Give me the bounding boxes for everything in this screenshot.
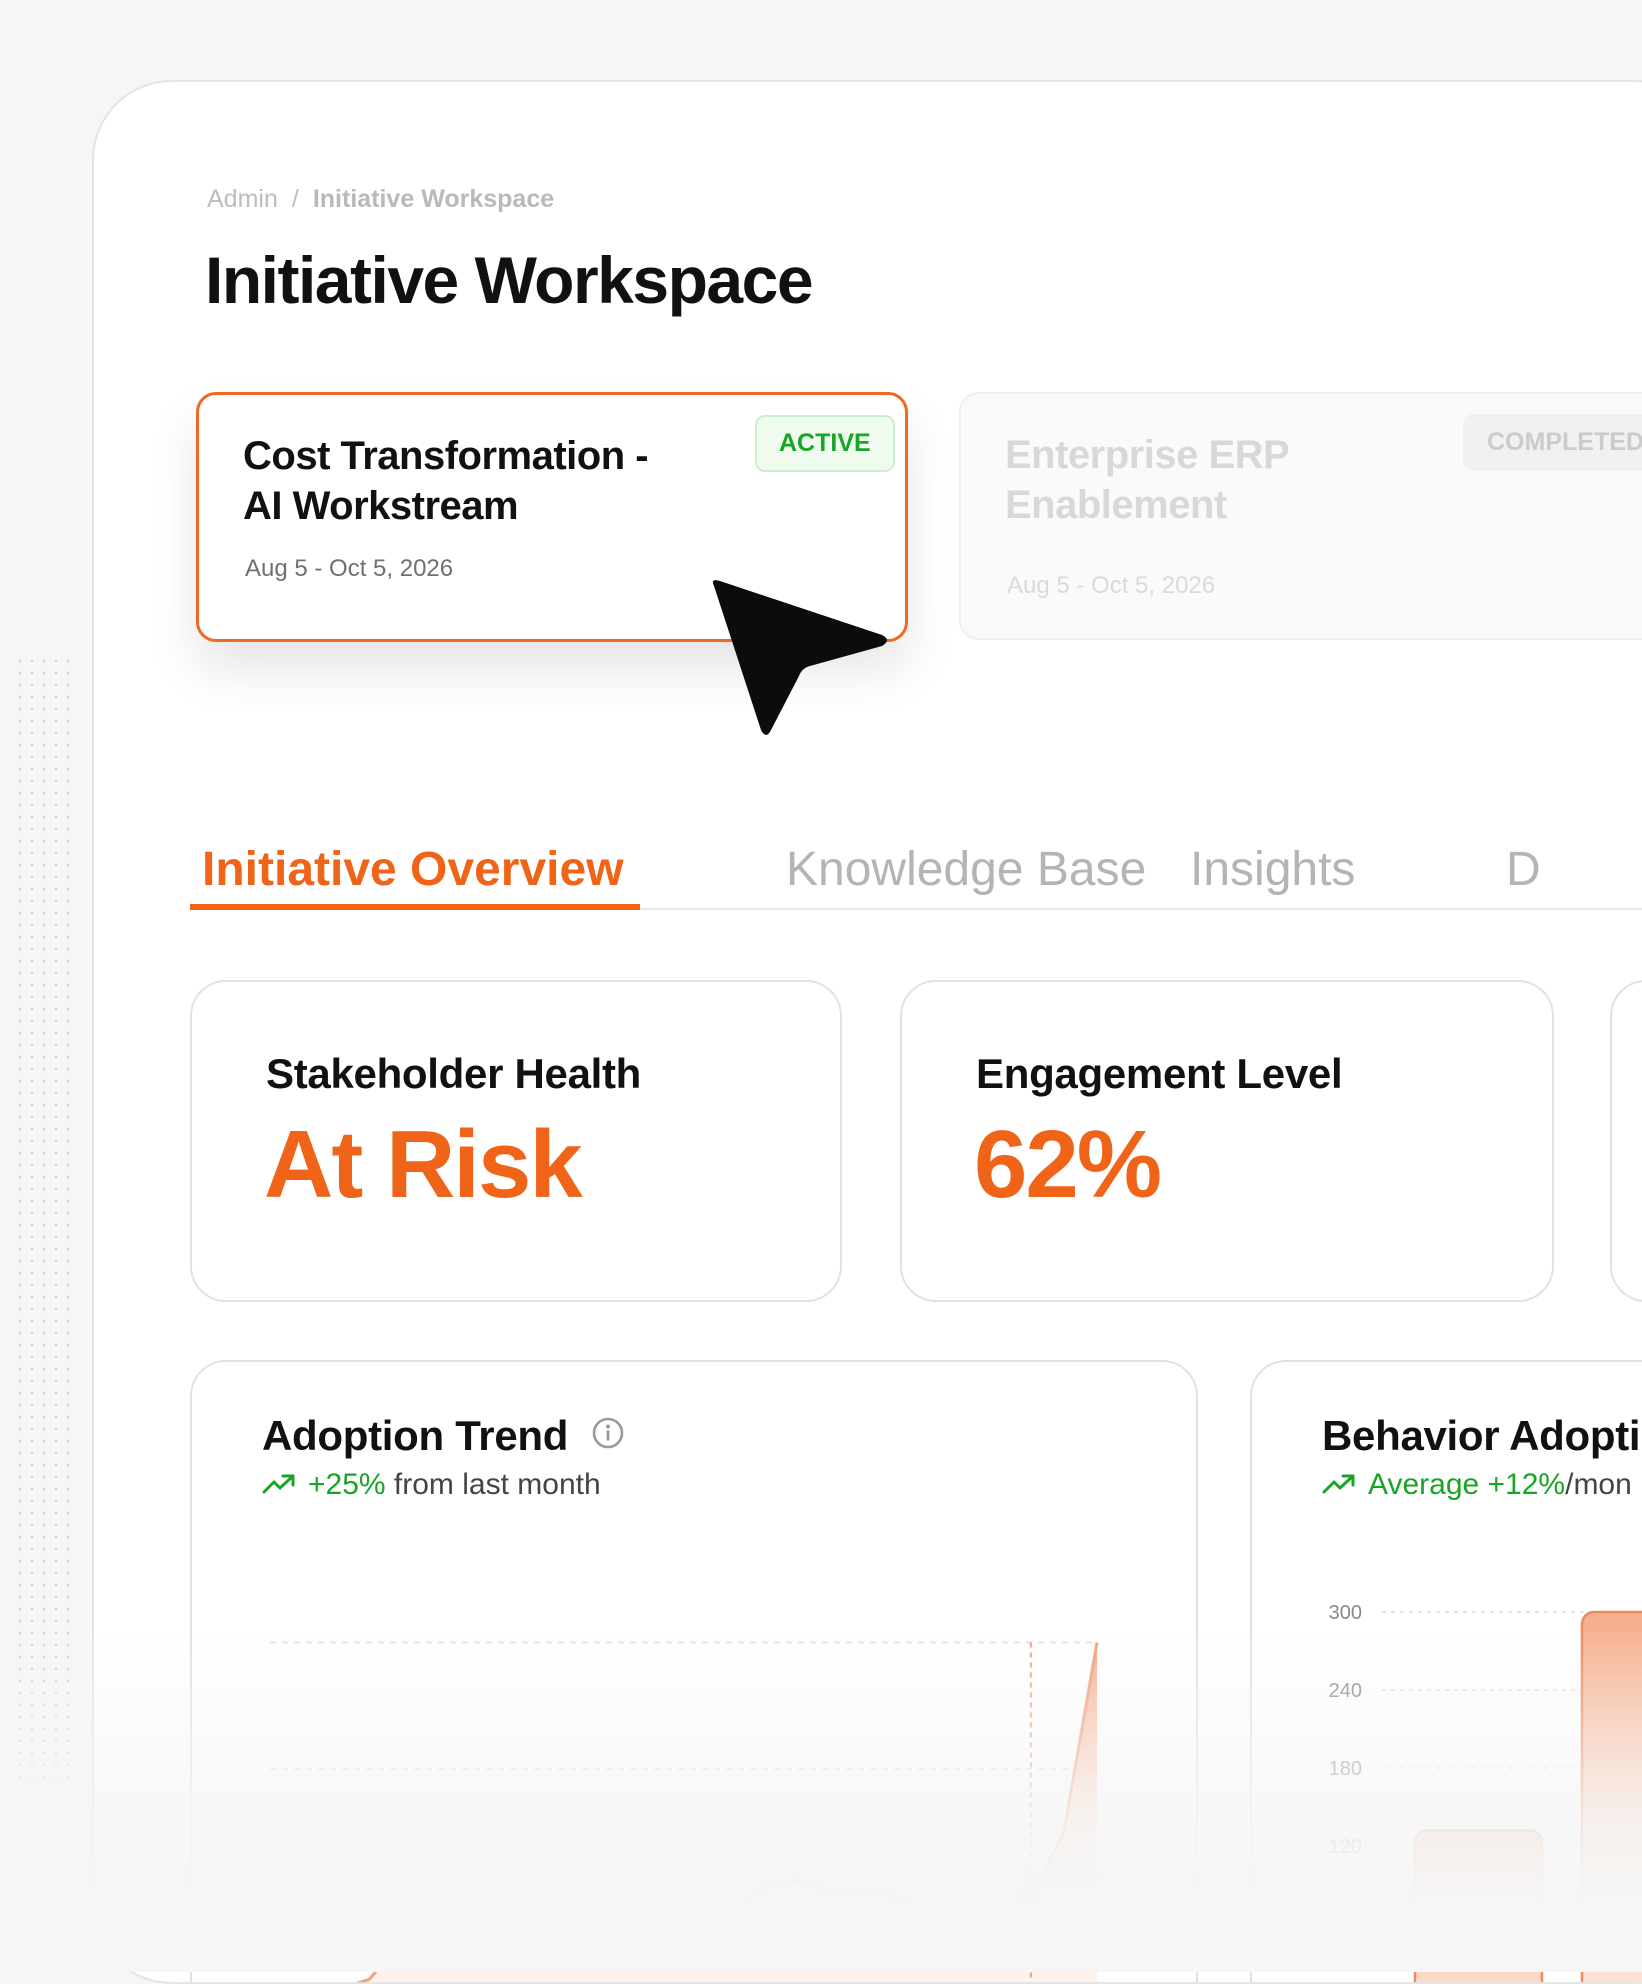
breadcrumb-separator: /	[291, 185, 299, 213]
adoption-trend-title: Adoption Trend	[262, 1412, 569, 1459]
initiative-title-line1: Cost Transformation -	[243, 434, 649, 478]
initiative-title: Cost Transformation - AI Workstream	[243, 431, 649, 531]
dot-grid-decoration	[14, 655, 76, 1785]
behavior-bar-chart: 060120180240300	[1329, 1602, 1642, 1982]
engagement-level-card: Engagement Level 62%	[900, 980, 1554, 1302]
status-badge-active: ACTIVE	[755, 415, 895, 472]
change-value: +12%	[1487, 1468, 1566, 1501]
tab-bar: Initiative Overview Knowledge Base Insig…	[190, 842, 1642, 910]
tab-insights[interactable]: Insights	[1190, 842, 1355, 897]
partial-stat-card	[1610, 980, 1642, 1302]
adoption-trend-card: Adoption Trend +25% from last month	[190, 1360, 1198, 1982]
chart-title: Adoption Trend	[262, 1412, 625, 1463]
bar	[1580, 1610, 1642, 1982]
trending-up-icon	[262, 1469, 296, 1503]
active-tab-indicator	[190, 904, 640, 910]
behavior-adoption-card: Behavior Adopti Average +12%/mon 0601201…	[1250, 1360, 1642, 1982]
initiative-title-line1: Enterprise ERP	[1005, 433, 1290, 477]
initiative-dates: Aug 5 - Oct 5, 2026	[245, 555, 454, 582]
y-tick-label: 300	[1329, 1602, 1362, 1624]
app-window: Admin / Initiative Workspace Initiative Wo…	[92, 80, 1642, 1984]
stat-value: At Risk	[264, 1111, 583, 1218]
change-suffix: /mon	[1565, 1468, 1632, 1501]
initiative-dates: Aug 5 - Oct 5, 2026	[1007, 572, 1216, 599]
y-tick-label: 180	[1329, 1758, 1362, 1780]
tab-knowledge-base[interactable]: Knowledge Base	[786, 842, 1146, 897]
breadcrumb-current: Initiative Workspace	[312, 185, 555, 213]
chart-subtitle: Average +12%/mon	[1322, 1468, 1632, 1503]
initiative-title: Enterprise ERP Enablement	[1005, 430, 1290, 530]
change-value: +25%	[308, 1468, 386, 1501]
stat-label: Stakeholder Health	[266, 1050, 642, 1097]
initiative-card-completed[interactable]: Enterprise ERP Enablement Aug 5 - Oct 5,…	[959, 392, 1642, 640]
y-tick-label: 120	[1329, 1836, 1362, 1858]
breadcrumb-root[interactable]: Admin	[207, 185, 278, 213]
breadcrumb: Admin / Initiative Workspace	[207, 185, 554, 214]
stat-label: Engagement Level	[976, 1050, 1343, 1097]
tab-initiative-overview[interactable]: Initiative Overview	[202, 842, 624, 897]
y-tick-label: 240	[1329, 1680, 1362, 1702]
chart-title: Behavior Adopti	[1322, 1412, 1641, 1459]
stat-value: 62%	[974, 1111, 1162, 1218]
data-point	[1020, 1885, 1041, 1906]
stakeholder-health-card: Stakeholder Health At Risk	[190, 980, 842, 1302]
trending-up-icon	[1322, 1469, 1356, 1503]
area-fill	[360, 1642, 1097, 1982]
initiative-title-line2: AI Workstream	[243, 484, 519, 528]
chart-subtitle: +25% from last month	[262, 1468, 601, 1503]
info-icon[interactable]	[591, 1412, 625, 1460]
change-suffix: from last month	[385, 1468, 601, 1501]
y-tick-label: 60	[1340, 1914, 1362, 1936]
tab-d[interactable]: D	[1506, 842, 1541, 897]
mouse-cursor-icon	[712, 580, 887, 735]
bar	[1413, 1829, 1544, 1982]
average-prefix: Average	[1368, 1468, 1488, 1501]
adoption-area-chart	[270, 1641, 1099, 1982]
status-badge-completed: COMPLETED	[1463, 414, 1642, 471]
page-title: Initiative Workspace	[205, 243, 814, 317]
initiative-title-line2: Enablement	[1005, 483, 1227, 527]
